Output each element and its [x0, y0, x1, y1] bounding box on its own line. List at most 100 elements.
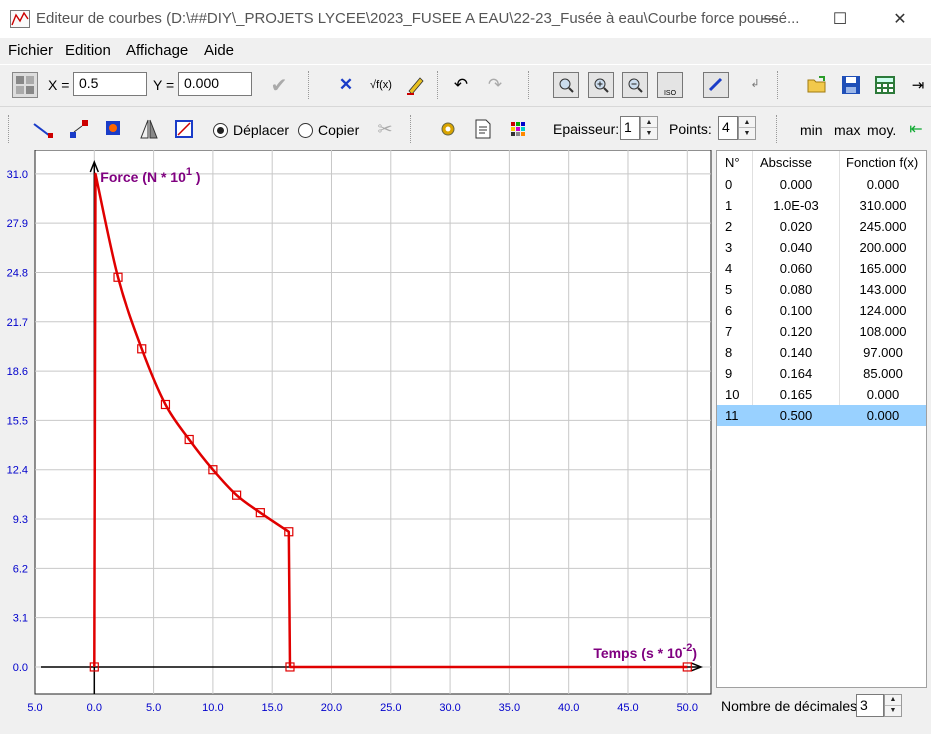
- validate-check-icon[interactable]: ✔: [266, 72, 292, 98]
- cell-abscisse: 0.140: [779, 345, 813, 360]
- x-tick-label: 35.0: [499, 702, 520, 714]
- menu-affichage[interactable]: Affichage: [126, 42, 188, 59]
- pencil-icon[interactable]: [403, 72, 429, 98]
- plot-area[interactable]: [34, 149, 712, 695]
- cell-function: 108.000: [859, 324, 907, 339]
- table-row[interactable]: 10 0.165 0.000: [717, 384, 926, 405]
- decimals-bar: Nombre de décimales 3 ▲ ▼: [716, 690, 931, 726]
- copy-mode-radio[interactable]: [298, 123, 313, 138]
- points-stepper[interactable]: ▲ ▼: [738, 116, 756, 140]
- table-row[interactable]: 1 1.0E-03 310.000: [717, 195, 926, 216]
- curve-target-icon[interactable]: [101, 116, 127, 142]
- redo-icon[interactable]: ↷: [482, 72, 508, 98]
- cell-function: 0.000: [866, 387, 900, 402]
- cell-index: 8: [725, 345, 733, 360]
- function-sqrt-icon[interactable]: √f(x): [366, 72, 396, 98]
- points-input[interactable]: 4: [718, 116, 738, 140]
- keyboard-icon[interactable]: [12, 72, 38, 98]
- cursor-small-icon[interactable]: ↲: [742, 70, 768, 96]
- iso-zoom-icon[interactable]: ISO: [657, 72, 683, 98]
- y-tick-label: 27.9: [7, 218, 28, 230]
- points-label: Points:: [669, 121, 712, 137]
- maximize-button[interactable]: ☐: [817, 4, 863, 34]
- x-tick-label: 5.0: [146, 702, 161, 714]
- table-row[interactable]: 4 0.060 165.000: [717, 258, 926, 279]
- min-button[interactable]: min: [800, 122, 823, 138]
- table-row[interactable]: 2 0.020 245.000: [717, 216, 926, 237]
- cell-index: 7: [725, 324, 733, 339]
- save-icon[interactable]: [838, 72, 864, 98]
- table-row[interactable]: 5 0.080 143.000: [717, 279, 926, 300]
- document-icon[interactable]: [470, 116, 496, 142]
- move-point-icon[interactable]: [66, 116, 92, 142]
- menu-fichier[interactable]: Fichier: [8, 42, 53, 59]
- cell-index: 0: [725, 177, 733, 192]
- mirror-icon[interactable]: [136, 116, 162, 142]
- chart-svg[interactable]: 5.0 0.0 5.0 10.0 15.0 20.0 25.0 30.0 35.0 40.0 45.…: [0, 149, 715, 731]
- cell-function: 310.000: [859, 198, 907, 213]
- table-row[interactable]: 8 0.140 97.000: [717, 342, 926, 363]
- y-input[interactable]: 0.000: [178, 72, 252, 96]
- y-tick-label: 21.7: [7, 317, 28, 329]
- table-row[interactable]: 6 0.100 124.000: [717, 300, 926, 321]
- y-tick-label: 3.1: [13, 613, 28, 625]
- table-row[interactable]: 7 0.120 108.000: [717, 321, 926, 342]
- zoom-out-icon[interactable]: [622, 72, 648, 98]
- decimals-stepper[interactable]: ▲ ▼: [884, 694, 902, 717]
- x-input[interactable]: 0.5: [73, 72, 147, 96]
- max-button[interactable]: max: [834, 122, 860, 138]
- thickness-label: Epaisseur:: [553, 121, 620, 137]
- x-tick-label: 20.0: [321, 702, 342, 714]
- x-tick-label: 5.0: [27, 702, 42, 714]
- thickness-stepper[interactable]: ▲ ▼: [640, 116, 658, 140]
- scissors-icon[interactable]: ✂: [372, 116, 398, 142]
- cell-index: 3: [725, 240, 733, 255]
- decimals-input[interactable]: 3: [856, 694, 884, 717]
- color-palette-icon[interactable]: [505, 116, 531, 142]
- minimize-button[interactable]: —: [747, 4, 793, 34]
- cell-function: 165.000: [859, 261, 907, 276]
- zoom-fit-icon[interactable]: [553, 72, 579, 98]
- col-header-function[interactable]: Fonction f(x): [846, 151, 918, 173]
- undo-icon[interactable]: ↶: [448, 72, 474, 98]
- cell-index: 6: [725, 303, 733, 318]
- move-mode-label: Déplacer: [233, 122, 290, 138]
- x-tick-label: 25.0: [380, 702, 401, 714]
- exit-icon[interactable]: ⇥: [905, 72, 931, 98]
- move-mode-radio[interactable]: [213, 123, 228, 138]
- x-axis-title: Temps (s * 10-2): [593, 642, 697, 661]
- y-tick-label: 6.2: [13, 563, 28, 575]
- points-table[interactable]: N° Abscisse Fonction f(x) 0 0.000 0.000 1 1.…: [716, 150, 927, 688]
- table-row[interactable]: 0 0.000 0.000: [717, 174, 926, 195]
- zoom-in-icon[interactable]: [588, 72, 614, 98]
- cell-abscisse: 0.020: [779, 219, 813, 234]
- col-header-index[interactable]: N°: [725, 151, 740, 173]
- delete-point-icon[interactable]: ✕: [333, 72, 359, 98]
- pan-tool-icon[interactable]: [703, 72, 729, 98]
- close-button[interactable]: ✕: [877, 4, 923, 34]
- menu-bar: Fichier Edition Affichage Aide: [0, 38, 931, 64]
- add-point-icon[interactable]: [30, 116, 56, 142]
- cell-index: 11: [725, 408, 739, 423]
- col-header-abscisse[interactable]: Abscisse: [760, 151, 812, 173]
- settings-gear-icon[interactable]: [435, 116, 461, 142]
- x-tick-label: 40.0: [558, 702, 579, 714]
- curve-plot[interactable]: 5.0 0.0 5.0 10.0 15.0 20.0 25.0 30.0 35.0 40.0 45.…: [0, 149, 715, 731]
- menu-aide[interactable]: Aide: [204, 42, 234, 59]
- cell-function: 124.000: [859, 303, 907, 318]
- table-row[interactable]: 9 0.164 85.000: [717, 363, 926, 384]
- arrow-left-stop-icon[interactable]: ⇤: [903, 116, 929, 142]
- calculator-icon[interactable]: [872, 72, 898, 98]
- cell-abscisse: 0.165: [779, 387, 813, 402]
- table-row[interactable]: 3 0.040 200.000: [717, 237, 926, 258]
- thickness-input[interactable]: 1: [620, 116, 640, 140]
- frame-icon[interactable]: [171, 116, 197, 142]
- average-button[interactable]: moy.: [867, 122, 896, 138]
- x-tick-label: 50.0: [677, 702, 698, 714]
- y-tick-label: 12.4: [7, 465, 28, 477]
- y-tick-label: 15.5: [7, 415, 28, 427]
- table-row[interactable]: 11 0.500 0.000: [717, 405, 926, 426]
- cell-abscisse: 0.100: [779, 303, 813, 318]
- open-folder-icon[interactable]: [804, 72, 830, 98]
- menu-edition[interactable]: Edition: [65, 42, 111, 59]
